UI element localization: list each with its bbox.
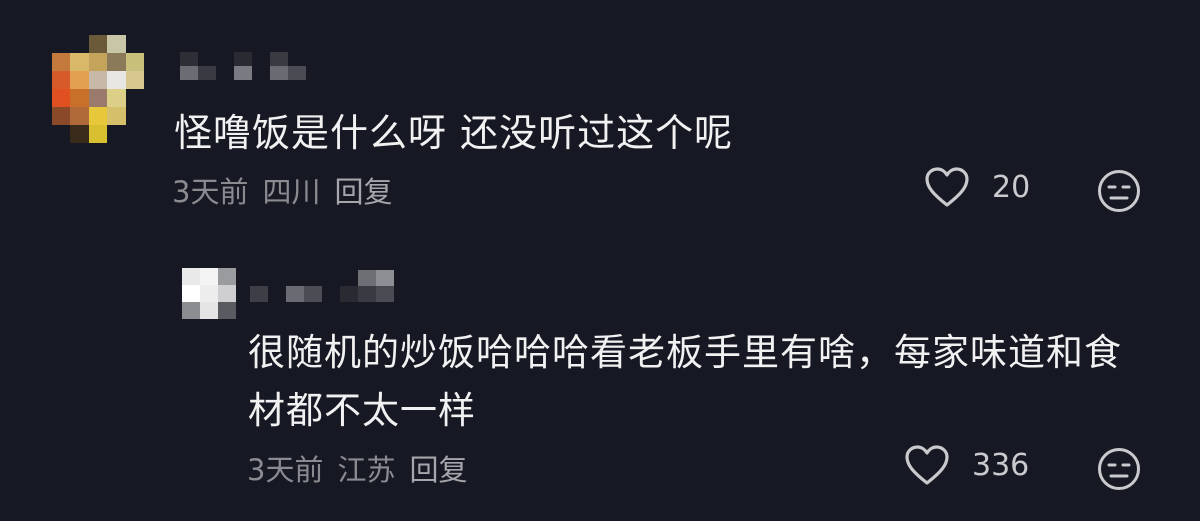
reply-text: 很随机的炒饭哈哈哈看老板手里有啥，每家味道和食材都不太一样 — [248, 331, 1122, 432]
comment-time: 3天前 — [172, 175, 249, 209]
pixelated-avatar-image — [52, 35, 144, 143]
comment-location: 江苏 — [337, 453, 396, 487]
like-button[interactable]: 336 — [904, 444, 1029, 486]
pixelated-username — [180, 52, 310, 82]
avatar[interactable] — [182, 268, 254, 320]
comment-location: 四川 — [262, 175, 321, 209]
heart-icon — [924, 166, 970, 208]
like-count: 336 — [972, 447, 1030, 483]
comment-item: 怪噜饭是什么呀 还没听过这个呢 3天前 四川 回复 20 — [0, 0, 1200, 240]
pixelated-avatar-image — [182, 268, 254, 320]
avatar[interactable] — [52, 35, 144, 143]
heart-icon — [904, 444, 950, 486]
like-button[interactable]: 20 — [924, 166, 1030, 208]
meh-face-icon — [1096, 446, 1142, 492]
comment-time: 3天前 — [247, 453, 324, 487]
reply-item: 很随机的炒饭哈哈哈看老板手里有啥，每家味道和食材都不太一样 3天前 江苏 回复 … — [0, 240, 1200, 521]
like-count: 20 — [992, 169, 1031, 205]
pixelated-username — [250, 270, 416, 304]
reply-button[interactable]: 回复 — [409, 447, 467, 489]
reply-button[interactable]: 回复 — [334, 169, 392, 211]
comment-text: 怪噜饭是什么呀 还没听过这个呢 — [174, 111, 734, 155]
meh-face-icon — [1096, 168, 1142, 214]
dislike-button[interactable] — [1096, 168, 1142, 214]
dislike-button[interactable] — [1096, 446, 1142, 492]
comment-meta: 3天前 四川 回复 — [172, 168, 392, 212]
comment-meta: 3天前 江苏 回复 — [247, 446, 467, 490]
